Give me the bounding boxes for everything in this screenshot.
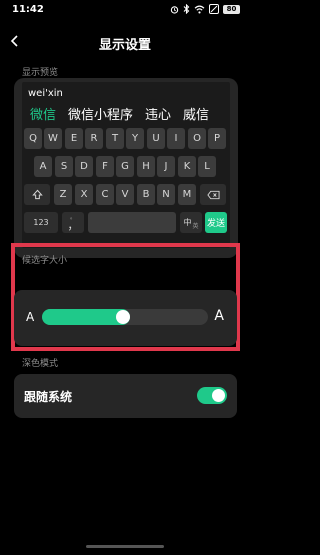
key: I: [167, 128, 185, 149]
key: R: [85, 128, 103, 149]
backspace-key: [200, 184, 226, 205]
key: O: [188, 128, 206, 149]
shift-icon: [31, 189, 43, 200]
candidate-bar: 微信 微信小程序 违心 威信: [22, 102, 221, 124]
follow-system-label: 跟随系统: [24, 390, 73, 404]
key: C: [96, 184, 114, 205]
punctuation-label: ，: [67, 219, 79, 232]
key: T: [106, 128, 124, 149]
keyboard-preview-card: wei'xin 微信 微信小程序 违心 威信 Q W E R T Y U I O…: [14, 78, 238, 258]
dark-mode-section-label: 深色模式: [22, 359, 59, 369]
battery-icon: 80: [223, 4, 240, 14]
toggle-knob: [212, 389, 225, 402]
key: M: [178, 184, 196, 205]
pinyin-composition: wei'xin: [28, 88, 63, 99]
mute-icon: [209, 4, 219, 14]
candidate-item: 威信: [183, 107, 210, 123]
page-title: 显示设置: [98, 38, 151, 53]
key: N: [157, 184, 175, 205]
candidate-item: 违心: [145, 107, 172, 123]
bluetooth-icon: [183, 4, 190, 14]
key: Y: [126, 128, 144, 149]
preview-section-label: 显示预览: [22, 68, 59, 78]
key: W: [44, 128, 62, 149]
small-font-label: A: [26, 310, 35, 324]
home-indicator: [86, 545, 164, 548]
key: J: [157, 156, 175, 177]
key: G: [116, 156, 134, 177]
language-label: 中: [183, 218, 192, 227]
backspace-icon: [206, 190, 220, 199]
language-switch-key: 中 英: [180, 212, 202, 233]
language-hint: 英: [192, 222, 199, 230]
key: K: [178, 156, 196, 177]
key: E: [65, 128, 83, 149]
key: F: [96, 156, 114, 177]
font-size-section-label: 候选字大小: [22, 256, 68, 266]
slider-thumb[interactable]: [116, 310, 130, 324]
key: V: [116, 184, 134, 205]
status-icons: 80: [170, 4, 240, 14]
number-key: 123: [24, 212, 58, 233]
keyboard-preview: wei'xin 微信 微信小程序 违心 威信 Q W E R T Y U I O…: [22, 82, 230, 248]
key: B: [137, 184, 155, 205]
key: D: [75, 156, 93, 177]
space-key: [88, 212, 176, 233]
key: S: [55, 156, 73, 177]
key: P: [208, 128, 226, 149]
wifi-icon: [194, 5, 205, 14]
key: X: [75, 184, 93, 205]
key: Q: [24, 128, 42, 149]
key: U: [147, 128, 165, 149]
key: H: [137, 156, 155, 177]
key: Z: [54, 184, 72, 205]
dark-mode-card: 跟随系统: [14, 374, 237, 418]
shift-key: [24, 184, 50, 205]
send-key: 发送: [205, 212, 227, 233]
key: A: [34, 156, 52, 177]
candidate-item: 微信小程序: [68, 107, 134, 123]
candidate-item: 微信: [30, 107, 57, 123]
status-bar: 11:42 80: [0, 0, 250, 20]
follow-system-toggle[interactable]: [197, 387, 227, 404]
alarm-icon: [170, 5, 179, 14]
large-font-label: A: [214, 308, 224, 324]
punctuation-key: 。 ，: [62, 212, 84, 233]
status-time: 11:42: [12, 4, 44, 15]
key: L: [198, 156, 216, 177]
font-size-slider[interactable]: [42, 309, 208, 325]
